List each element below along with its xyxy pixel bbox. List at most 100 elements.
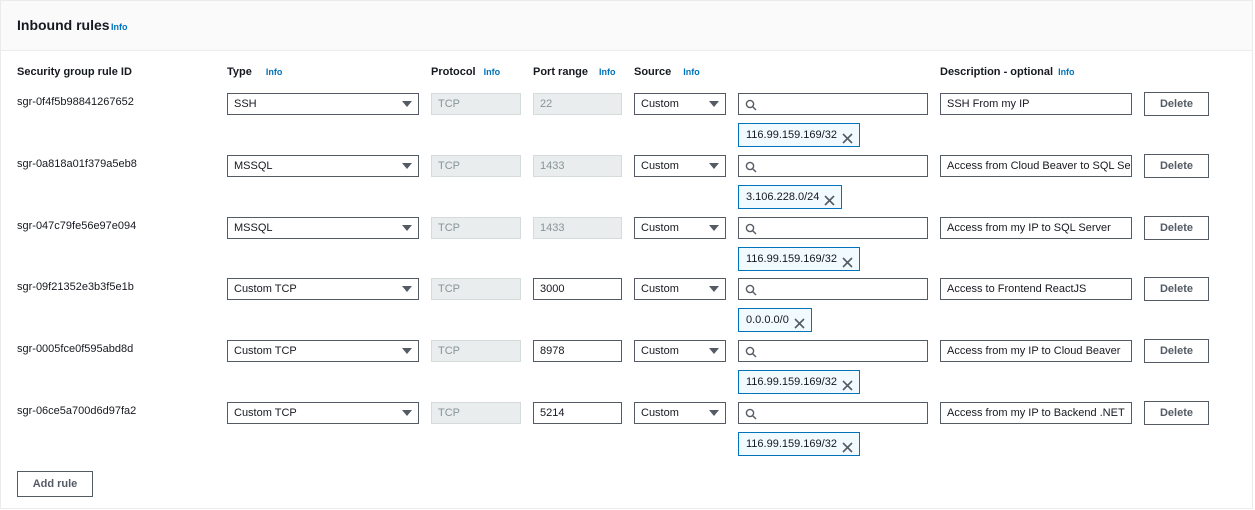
- port-range-field: 1433: [533, 217, 622, 239]
- close-icon[interactable]: [794, 315, 805, 337]
- close-icon[interactable]: [842, 254, 853, 276]
- caret-down-icon: [402, 225, 412, 231]
- description-input[interactable]: SSH From my IP: [940, 93, 1132, 115]
- delete-rule-button[interactable]: Delete: [1144, 401, 1209, 425]
- close-icon[interactable]: [824, 192, 835, 214]
- source-select[interactable]: Custom: [634, 402, 726, 424]
- source-search-input[interactable]: [738, 155, 928, 177]
- delete-rule-button[interactable]: Delete: [1144, 154, 1209, 178]
- source-select[interactable]: Custom: [634, 217, 726, 239]
- rule-id: sgr-047c79fe56e97e094: [17, 220, 137, 232]
- source-search-input[interactable]: [738, 93, 928, 115]
- source-value: Custom: [641, 345, 679, 357]
- port-range-input[interactable]: 8978: [533, 340, 622, 362]
- cidr-value: 116.99.159.169/32: [746, 253, 837, 265]
- delete-rule-button[interactable]: Delete: [1144, 216, 1209, 240]
- source-value: Custom: [641, 222, 679, 234]
- cidr-token: 116.99.159.169/32: [738, 123, 860, 147]
- caret-down-icon: [402, 348, 412, 354]
- cidr-value: 116.99.159.169/32: [746, 129, 837, 141]
- source-search-input[interactable]: [738, 278, 928, 300]
- delete-rule-button[interactable]: Delete: [1144, 92, 1209, 116]
- add-rule-button[interactable]: Add rule: [17, 471, 93, 497]
- type-select[interactable]: Custom TCP: [227, 278, 419, 300]
- source-select[interactable]: Custom: [634, 340, 726, 362]
- cidr-token: 116.99.159.169/32: [738, 432, 860, 456]
- cidr-token: 116.99.159.169/32: [738, 247, 860, 271]
- type-value: Custom TCP: [234, 283, 297, 295]
- col-rule-id: Security group rule ID: [17, 66, 132, 78]
- protocol-field: TCP: [431, 217, 521, 239]
- type-info-link[interactable]: Info: [266, 67, 283, 77]
- caret-down-icon: [709, 101, 719, 107]
- port-range-input[interactable]: 5214: [533, 402, 622, 424]
- caret-down-icon: [709, 163, 719, 169]
- description-input[interactable]: Access from my IP to SQL Server: [940, 217, 1132, 239]
- inbound-rules-panel: Inbound rules Info Security group rule I…: [0, 0, 1253, 509]
- type-select[interactable]: Custom TCP: [227, 402, 419, 424]
- type-select[interactable]: SSH: [227, 93, 419, 115]
- source-search-input[interactable]: [738, 402, 928, 424]
- cidr-token: 3.106.228.0/24: [738, 185, 843, 209]
- delete-rule-button[interactable]: Delete: [1144, 277, 1209, 301]
- port-range-field: 1433: [533, 155, 622, 177]
- cidr-value: 3.106.228.0/24: [746, 191, 820, 203]
- type-select[interactable]: MSSQL: [227, 217, 419, 239]
- type-value: MSSQL: [234, 222, 273, 234]
- type-value: SSH: [234, 98, 257, 110]
- col-protocol: Protocol Info: [431, 66, 501, 78]
- port-range-input[interactable]: 3000: [533, 278, 622, 300]
- description-input[interactable]: Access to Frontend ReactJS: [940, 278, 1132, 300]
- source-value: Custom: [641, 283, 679, 295]
- type-value: Custom TCP: [234, 345, 297, 357]
- description-info-link[interactable]: Info: [1058, 67, 1075, 77]
- source-search-input[interactable]: [738, 217, 928, 239]
- source-value: Custom: [641, 98, 679, 110]
- col-port-range: Port range Info: [533, 66, 616, 78]
- caret-down-icon: [709, 348, 719, 354]
- delete-rule-button[interactable]: Delete: [1144, 339, 1209, 363]
- cidr-token: 116.99.159.169/32: [738, 370, 860, 394]
- protocol-field: TCP: [431, 155, 521, 177]
- source-select[interactable]: Custom: [634, 155, 726, 177]
- description-input[interactable]: Access from my IP to Cloud Beaver: [940, 340, 1132, 362]
- type-value: MSSQL: [234, 160, 273, 172]
- source-select[interactable]: Custom: [634, 93, 726, 115]
- close-icon[interactable]: [842, 377, 853, 399]
- port-info-link[interactable]: Info: [599, 67, 616, 77]
- rule-id: sgr-0005fce0f595abd8d: [17, 343, 134, 355]
- caret-down-icon: [402, 286, 412, 292]
- cidr-token: 0.0.0.0/0: [738, 308, 812, 332]
- protocol-field: TCP: [431, 340, 521, 362]
- description-input[interactable]: Access from my IP to Backend .NET: [940, 402, 1132, 424]
- source-value: Custom: [641, 407, 679, 419]
- protocol-info-link[interactable]: Info: [484, 67, 501, 77]
- rule-id: sgr-06ce5a700d6d97fa2: [17, 405, 137, 417]
- panel-title: Inbound rules: [17, 17, 110, 33]
- type-select[interactable]: MSSQL: [227, 155, 419, 177]
- cidr-value: 116.99.159.169/32: [746, 438, 837, 450]
- source-select[interactable]: Custom: [634, 278, 726, 300]
- port-range-field: 22: [533, 93, 622, 115]
- caret-down-icon: [402, 410, 412, 416]
- source-info-link[interactable]: Info: [683, 67, 700, 77]
- type-value: Custom TCP: [234, 407, 297, 419]
- col-description: Description - optional Info: [940, 66, 1075, 78]
- description-input[interactable]: Access from Cloud Beaver to SQL Serv: [940, 155, 1132, 177]
- source-search-input[interactable]: [738, 340, 928, 362]
- close-icon[interactable]: [842, 439, 853, 461]
- cidr-value: 0.0.0.0/0: [746, 314, 789, 326]
- protocol-field: TCP: [431, 278, 521, 300]
- rule-id: sgr-0a818a01f379a5eb8: [17, 158, 137, 170]
- caret-down-icon: [709, 225, 719, 231]
- caret-down-icon: [709, 410, 719, 416]
- close-icon[interactable]: [842, 130, 853, 152]
- rule-id: sgr-0f4f5b98841267652: [17, 96, 134, 108]
- type-select[interactable]: Custom TCP: [227, 340, 419, 362]
- protocol-field: TCP: [431, 93, 521, 115]
- caret-down-icon: [402, 163, 412, 169]
- title-info-link[interactable]: Info: [111, 22, 128, 32]
- col-type: Type Info: [227, 66, 283, 78]
- caret-down-icon: [402, 101, 412, 107]
- source-value: Custom: [641, 160, 679, 172]
